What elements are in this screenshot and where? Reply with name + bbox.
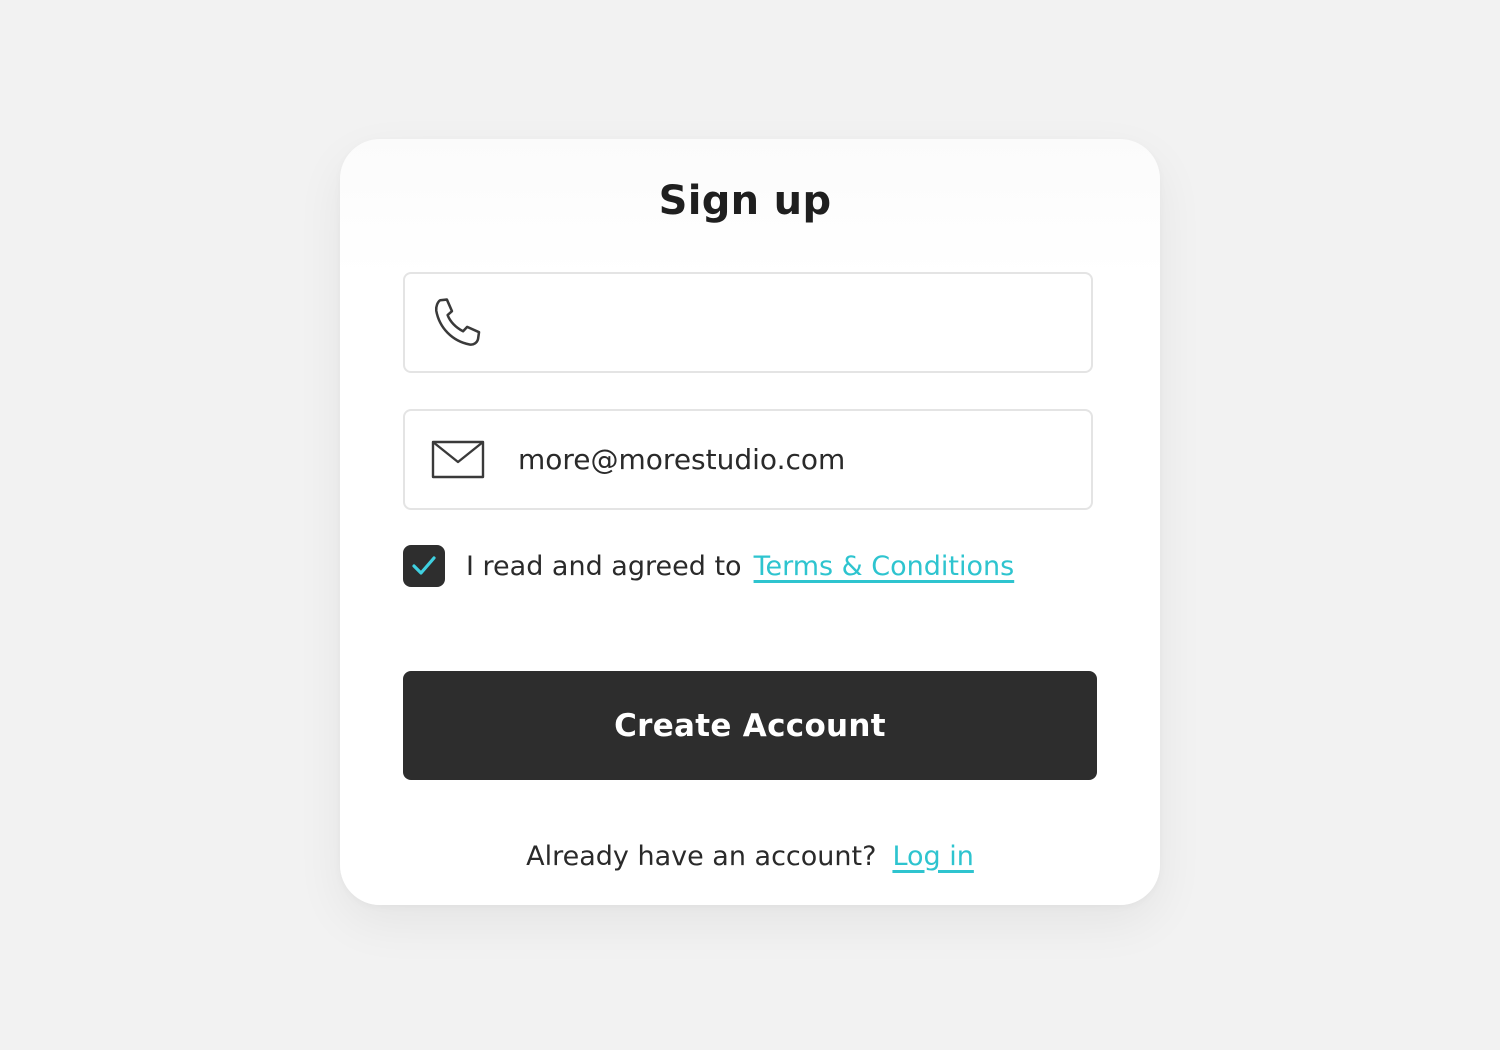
phone-field[interactable] [403, 272, 1093, 373]
login-prompt-text: Already have an account? [526, 840, 877, 872]
terms-row: I read and agreed to Terms & Conditions [403, 544, 1014, 588]
phone-icon [429, 294, 487, 352]
create-account-button[interactable]: Create Account [403, 671, 1097, 780]
login-link[interactable]: Log in [892, 841, 973, 872]
page-title: Sign up [658, 178, 832, 224]
phone-input[interactable] [518, 274, 1078, 371]
login-prompt: Already have an account? Log in [340, 834, 1160, 878]
email-input[interactable] [518, 411, 1078, 508]
terms-checkbox[interactable] [403, 545, 445, 587]
signup-card: Sign up I read and agreed to Terms & Con… [340, 139, 1160, 905]
envelope-icon [429, 431, 487, 489]
terms-link[interactable]: Terms & Conditions [754, 551, 1015, 582]
terms-label: I read and agreed to [466, 550, 742, 582]
email-field[interactable] [403, 409, 1093, 510]
checkmark-icon [412, 556, 436, 575]
